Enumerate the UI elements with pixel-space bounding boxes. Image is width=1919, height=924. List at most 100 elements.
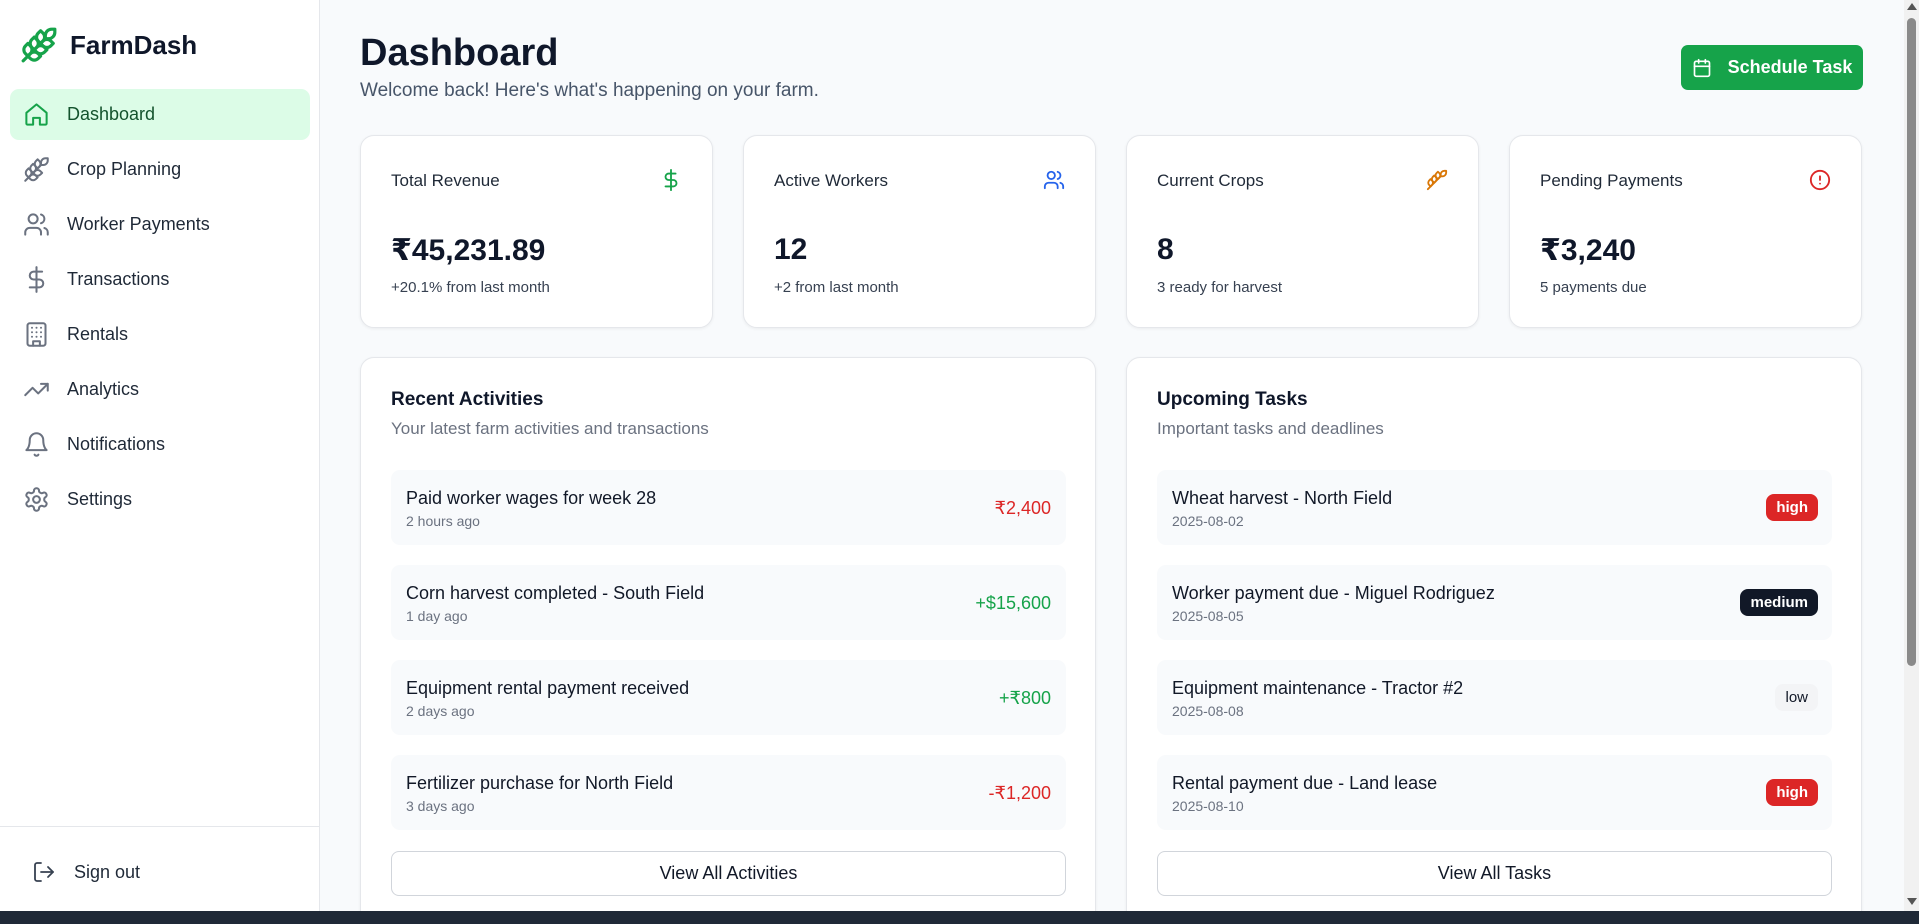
sidebar-item-label: Crop Planning <box>67 159 182 179</box>
stat-note: +20.1% from last month <box>391 279 550 296</box>
task-item[interactable]: Worker payment due - Miguel Rodriguez 20… <box>1157 565 1832 640</box>
stat-title: Pending Payments <box>1540 171 1683 190</box>
sidebar-item-crop-planning[interactable]: Crop Planning <box>10 144 310 195</box>
activity-amount: +$15,600 <box>975 593 1051 613</box>
activity-item[interactable]: Equipment rental payment received 2 days… <box>391 660 1066 735</box>
sidebar-item-settings[interactable]: Settings <box>10 474 310 525</box>
sidebar-item-label: Rentals <box>67 324 129 344</box>
activity-item[interactable]: Fertilizer purchase for North Field 3 da… <box>391 755 1066 830</box>
log-out-icon <box>34 862 54 882</box>
sidebar-item-label: Worker Payments <box>67 214 210 234</box>
scroll-down-arrow[interactable] <box>1907 898 1917 905</box>
sidebar-item-rentals[interactable]: Rentals <box>10 309 310 360</box>
bell-icon <box>22 431 50 459</box>
home-icon <box>22 101 50 129</box>
gear-icon <box>22 486 50 514</box>
dollar-icon <box>660 169 682 191</box>
stat-value: 8 <box>1157 233 1174 266</box>
recent-activities-panel: Recent Activities Your latest farm activ… <box>360 357 1096 924</box>
task-item[interactable]: Equipment maintenance - Tractor #2 2025-… <box>1157 660 1832 735</box>
panel-title: Recent Activities <box>391 389 544 410</box>
trending-up-icon <box>22 376 50 404</box>
users-icon <box>1043 169 1065 191</box>
task-title: Equipment maintenance - Tractor #2 <box>1172 678 1464 698</box>
stat-card-total-revenue: Total Revenue ₹45,231.89 +20.1% from las… <box>360 135 713 328</box>
upcoming-tasks-panel: Upcoming Tasks Important tasks and deadl… <box>1126 357 1862 924</box>
sidebar-nav: Dashboard Crop Planning Worker Payments … <box>10 89 310 529</box>
stat-value: ₹45,231.89 <box>391 234 546 267</box>
stat-card-active-workers: Active Workers 12 +2 from last month <box>743 135 1096 328</box>
stat-card-pending-payments: Pending Payments ₹3,240 5 payments due <box>1509 135 1862 328</box>
sidebar-item-label: Notifications <box>67 434 166 454</box>
priority-badge: high <box>1766 779 1818 806</box>
calendar-icon <box>1693 58 1710 77</box>
scroll-thumb[interactable] <box>1907 18 1916 666</box>
panel-subtitle: Your latest farm activities and transact… <box>391 419 709 438</box>
sign-out-button[interactable]: Sign out <box>32 860 140 884</box>
activity-item[interactable]: Paid worker wages for week 28 2 hours ag… <box>391 470 1066 545</box>
sidebar-item-transactions[interactable]: Transactions <box>10 254 310 305</box>
panel-subtitle: Important tasks and deadlines <box>1157 419 1384 438</box>
activity-time: 2 days ago <box>406 703 475 719</box>
task-date: 2025-08-08 <box>1172 703 1244 719</box>
schedule-task-label: Schedule Task <box>1727 57 1853 77</box>
os-taskbar <box>0 911 1919 924</box>
sidebar-item-label: Settings <box>67 489 133 509</box>
stat-value: ₹3,240 <box>1540 234 1636 267</box>
activity-item[interactable]: Corn harvest completed - South Field 1 d… <box>391 565 1066 640</box>
sidebar-item-worker-payments[interactable]: Worker Payments <box>10 199 310 250</box>
alert-circle-icon <box>1809 169 1831 191</box>
sign-out-label: Sign out <box>74 861 141 882</box>
view-all-tasks-button[interactable]: View All Tasks <box>1157 851 1832 896</box>
brand[interactable]: FarmDash <box>20 26 197 64</box>
priority-badge: low <box>1775 684 1818 711</box>
brand-name: FarmDash <box>70 29 198 60</box>
sidebar-footer: Sign out <box>0 826 319 911</box>
stat-note: 3 ready for harvest <box>1157 279 1283 296</box>
page-subtitle: Welcome back! Here's what's happening on… <box>360 80 819 101</box>
sidebar-item-label: Analytics <box>67 379 140 399</box>
sidebar: FarmDash Dashboard Crop Planning Worker … <box>0 0 320 911</box>
stat-note: +2 from last month <box>774 279 899 296</box>
users-icon <box>22 211 50 239</box>
stat-value: 12 <box>774 233 808 266</box>
stats-row: Total Revenue ₹45,231.89 +20.1% from las… <box>360 135 1862 328</box>
activity-title: Fertilizer purchase for North Field <box>406 773 674 793</box>
activity-amount: ₹2,400 <box>994 498 1052 518</box>
dollar-icon <box>22 266 50 294</box>
activity-amount: -₹1,200 <box>988 783 1052 803</box>
building-icon <box>22 321 50 349</box>
activity-time: 3 days ago <box>406 798 475 814</box>
sidebar-item-label: Transactions <box>67 269 170 289</box>
activity-title: Equipment rental payment received <box>406 678 690 698</box>
page-scrollbar[interactable] <box>1904 0 1919 911</box>
activity-title: Corn harvest completed - South Field <box>406 583 705 603</box>
task-date: 2025-08-05 <box>1172 608 1244 624</box>
sidebar-item-notifications[interactable]: Notifications <box>10 419 310 470</box>
activity-amount: +₹800 <box>999 688 1051 708</box>
stat-title: Total Revenue <box>391 171 500 190</box>
wheat-logo-icon <box>21 27 57 63</box>
activity-title: Paid worker wages for week 28 <box>406 488 657 508</box>
activity-time: 2 hours ago <box>406 513 480 529</box>
task-item[interactable]: Rental payment due - Land lease 2025-08-… <box>1157 755 1832 830</box>
stat-card-current-crops: Current Crops 8 3 ready for harvest <box>1126 135 1479 328</box>
sidebar-item-analytics[interactable]: Analytics <box>10 364 310 415</box>
task-title: Wheat harvest - North Field <box>1172 488 1393 508</box>
stat-note: 5 payments due <box>1540 279 1647 296</box>
priority-badge: medium <box>1740 589 1818 616</box>
task-title: Rental payment due - Land lease <box>1172 773 1438 793</box>
view-all-activities-button[interactable]: View All Activities <box>391 851 1066 896</box>
sidebar-item-label: Dashboard <box>67 104 156 124</box>
scroll-up-arrow[interactable] <box>1907 3 1917 10</box>
task-date: 2025-08-10 <box>1172 798 1244 814</box>
page-title: Dashboard <box>360 32 559 74</box>
panel-title: Upcoming Tasks <box>1157 389 1308 410</box>
stat-title: Active Workers <box>774 171 888 190</box>
sidebar-item-dashboard[interactable]: Dashboard <box>10 89 310 140</box>
schedule-task-button[interactable]: Schedule Task <box>1681 45 1863 90</box>
activity-time: 1 day ago <box>406 608 468 624</box>
task-date: 2025-08-02 <box>1172 513 1244 529</box>
task-item[interactable]: Wheat harvest - North Field 2025-08-02 h… <box>1157 470 1832 545</box>
task-title: Worker payment due - Miguel Rodriguez <box>1172 583 1495 603</box>
